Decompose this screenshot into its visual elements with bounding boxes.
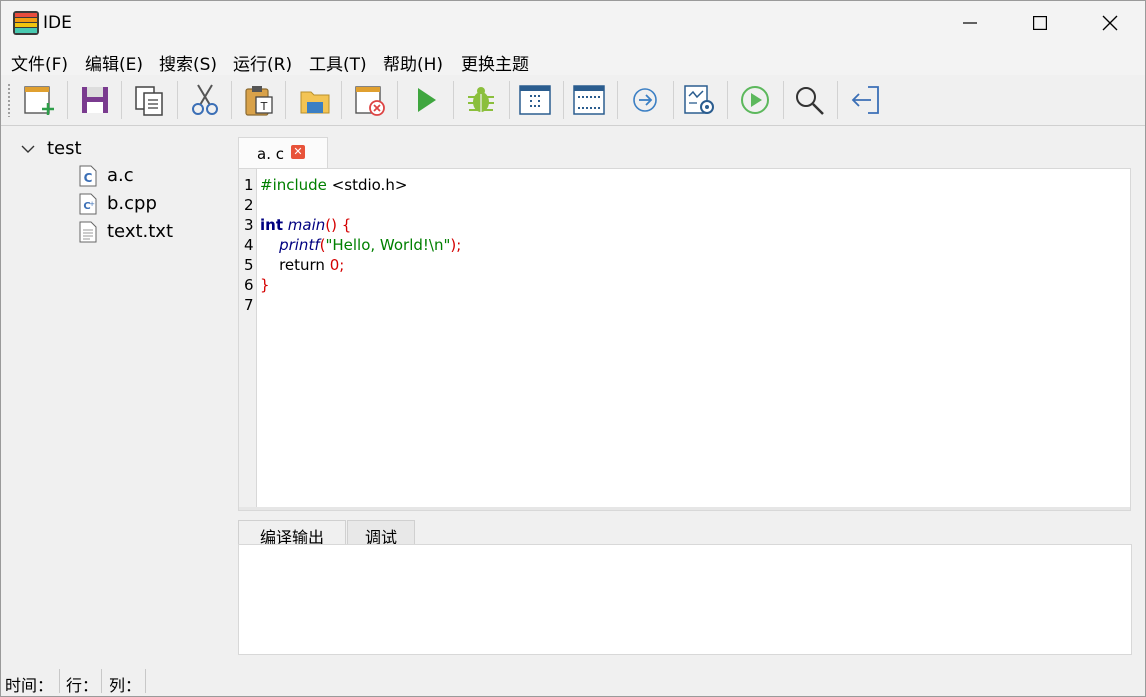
tree-item-b-cpp[interactable]: C + b.cpp [79,193,239,219]
debug-button[interactable] [461,80,501,120]
back-button[interactable] [845,80,885,120]
tree-item-label: text.txt [107,221,174,242]
editor-area: a. c ✕ 1 2 3 4 5 6 7 #include <stdio.h> … [238,137,1132,513]
tree-item-label: a.c [107,165,134,186]
title-bar: IDE [1,1,1145,45]
window-grid-icon [573,85,605,115]
tab-label: a. c [257,145,284,163]
menu-search[interactable]: 搜索(S) [159,50,217,75]
menu-run[interactable]: 运行(R) [233,50,292,75]
tab-debug[interactable]: 调试 [347,520,415,547]
copy-button[interactable] [129,80,169,120]
menu-change-theme[interactable]: 更换主题 [461,50,529,75]
play-circle-button[interactable] [735,80,775,120]
search-button[interactable] [789,80,829,120]
ide-window: IDE 文件(F) 编辑(E) 搜索(S) 运行(R) 工具(T) 帮助(H) … [0,0,1146,697]
tab-compile-output[interactable]: 编译输出 [238,520,346,547]
svg-text:C: C [84,171,93,185]
cut-button[interactable] [185,80,225,120]
cpp-file-icon: C + [79,193,97,215]
window-layout-icon [519,85,551,115]
output-area: 编译输出 调试 [238,518,1132,656]
status-line: 行： [66,676,99,695]
tree-item-label: b.cpp [107,193,157,214]
open-folder-button[interactable] [295,80,335,120]
menu-edit[interactable]: 编辑(E) [85,50,143,75]
toolbar-grip[interactable] [7,83,11,117]
save-icon [82,87,108,113]
menu-help[interactable]: 帮助(H) [383,50,443,75]
code-line-1: #include <stdio.h> [260,176,408,194]
code-line-3: int main() { [260,216,352,234]
status-bar: 时间： 行： 列： [1,665,1145,696]
horizontal-scrollbar[interactable] [239,507,1130,510]
c-file-icon: C [79,165,97,187]
code-line-4: printf("Hello, World!\n"); [279,236,462,254]
chevron-down-icon[interactable] [21,144,35,154]
line-number: 5 [244,256,254,274]
debug-icon [468,87,494,112]
close-file-button[interactable] [349,80,389,120]
toolbar: T [1,75,1145,126]
tree-item-a-c[interactable]: C a.c [79,165,239,191]
step-button[interactable] [625,80,665,120]
close-icon [1102,15,1118,31]
settings-icon [684,85,714,114]
step-icon [633,88,657,112]
compile-output-panel[interactable] [238,544,1132,655]
code-line-5: return 0; [260,256,345,274]
paste-button[interactable]: T [239,80,279,120]
run-icon [418,88,436,112]
back-icon [851,86,879,114]
minimize-button[interactable] [935,1,1005,45]
editor-tab-bar: a. c ✕ [238,137,1132,169]
line-number: 2 [244,196,254,214]
status-col: 列： [109,676,142,695]
close-file-icon [355,86,385,116]
minimize-icon [963,22,977,24]
save-button[interactable] [75,80,115,120]
svg-text:T: T [260,100,268,113]
line-number: 7 [244,296,254,314]
svg-text:+: + [89,200,95,208]
tab-a-c[interactable]: a. c ✕ [238,137,328,169]
close-window-button[interactable] [1075,1,1145,45]
new-file-button[interactable] [19,80,59,120]
menu-tools[interactable]: 工具(T) [309,50,367,75]
maximize-icon [1033,16,1047,30]
open-folder-icon [300,91,330,114]
window-grid-button[interactable] [569,80,609,120]
cut-icon [192,84,218,115]
search-icon [796,87,824,115]
tree-item-text-txt[interactable]: text.txt [79,221,239,247]
new-file-icon [24,86,54,115]
tab-close-icon[interactable]: ✕ [291,145,305,159]
line-number-gutter: 1 2 3 4 5 6 7 [239,169,257,508]
menu-file[interactable]: 文件(F) [11,50,68,75]
line-number: 4 [244,236,254,254]
line-number: 1 [244,176,254,194]
app-logo-icon [13,11,39,35]
settings-button[interactable] [679,80,719,120]
status-time: 时间： [5,676,54,695]
line-number: 6 [244,276,254,294]
window-layout-button[interactable] [515,80,555,120]
code-editor[interactable]: 1 2 3 4 5 6 7 #include <stdio.h> int mai… [238,168,1131,511]
line-number: 3 [244,216,254,234]
paste-icon: T [245,86,273,116]
text-file-icon [79,221,97,243]
tree-folder-test[interactable]: test [47,138,82,159]
run-button[interactable] [405,80,445,120]
code-line-6: } [260,276,270,294]
project-tree: test C a.c C + b.cpp text.txt [1,127,233,657]
menu-bar: 文件(F) 编辑(E) 搜索(S) 运行(R) 工具(T) 帮助(H) 更换主题 [1,45,1145,75]
play-circle-icon [741,86,769,114]
maximize-button[interactable] [1005,1,1075,45]
window-title: IDE [43,13,72,33]
copy-icon [135,86,163,116]
